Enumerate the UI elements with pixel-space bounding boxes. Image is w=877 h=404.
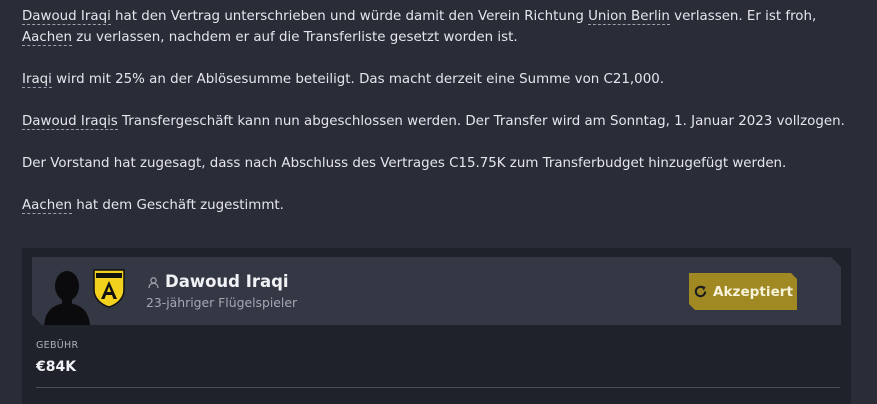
news-message-body: Dawoud Iraqi hat den Vertrag unterschrie… bbox=[22, 6, 862, 237]
message-paragraph-4: Der Vorstand hat zugesagt, dass nach Abs… bbox=[22, 156, 787, 171]
player-link[interactable]: Iraqi bbox=[22, 72, 52, 88]
player-description: 23-jähriger Flügelspieler bbox=[146, 295, 298, 310]
transfer-card: Dawoud Iraqi 23-jähriger Flügelspieler A… bbox=[22, 248, 851, 404]
message-paragraph-3: Dawoud Iraqis Transfergeschäft kann nun … bbox=[22, 114, 845, 130]
fee-label: GEBÜHR bbox=[36, 340, 79, 351]
refresh-icon bbox=[693, 284, 708, 299]
player-link[interactable]: Dawoud Iraqi bbox=[22, 9, 111, 25]
club-link-aachen[interactable]: Aachen bbox=[22, 30, 72, 46]
status-label: Akzeptiert bbox=[712, 283, 793, 300]
transfer-card-header: Dawoud Iraqi 23-jähriger Flügelspieler A… bbox=[32, 257, 841, 325]
accepted-status-button[interactable]: Akzeptiert bbox=[689, 273, 797, 310]
divider bbox=[36, 387, 840, 388]
person-icon bbox=[148, 277, 159, 288]
message-paragraph-1: Dawoud Iraqi hat den Vertrag unterschrie… bbox=[22, 9, 817, 46]
player-link[interactable]: Dawoud Iraqis bbox=[22, 114, 118, 130]
club-link-aachen[interactable]: Aachen bbox=[22, 198, 72, 214]
player-name[interactable]: Dawoud Iraqi bbox=[165, 272, 289, 291]
club-link-union-berlin[interactable]: Union Berlin bbox=[588, 9, 670, 25]
player-silhouette-avatar[interactable] bbox=[42, 268, 92, 326]
message-paragraph-5: Aachen hat dem Geschäft zugestimmt. bbox=[22, 198, 284, 214]
club-crest-icon[interactable] bbox=[92, 268, 126, 308]
fee-value: €84K bbox=[36, 359, 77, 375]
message-paragraph-2: Iraqi wird mit 25% an der Ablösesumme be… bbox=[22, 72, 664, 88]
